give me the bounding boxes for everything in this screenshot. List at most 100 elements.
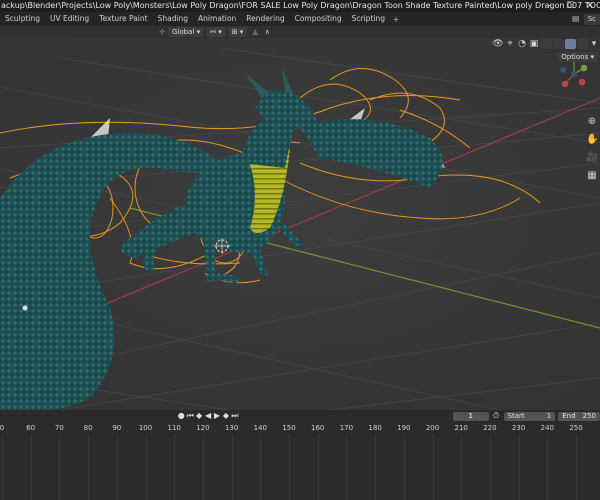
scene-icon: ▤ xyxy=(572,14,580,23)
end-value: 250 xyxy=(582,411,596,420)
rendered-shading-button[interactable] xyxy=(577,39,588,49)
orientation-icon: ⊹ xyxy=(159,28,165,36)
tab-rendering[interactable]: Rendering xyxy=(241,12,289,26)
solid-shading-button[interactable] xyxy=(553,39,564,49)
falloff-icon[interactable]: ∧ xyxy=(261,27,273,37)
grid-icon[interactable]: ▦ xyxy=(586,170,598,182)
timeline-tick-label: 220 xyxy=(483,424,497,432)
gizmo-toggle-icon[interactable]: ⌖ xyxy=(504,39,516,49)
pan-hand-icon[interactable]: ✋ xyxy=(586,134,598,146)
timeline-area[interactable] xyxy=(0,434,600,500)
timeline-gridline xyxy=(30,434,32,500)
timeline-gridline xyxy=(547,434,549,500)
maximize-icon[interactable]: ☐ xyxy=(560,0,580,12)
current-frame-field[interactable]: 1 xyxy=(452,411,489,421)
workspace-tabs-bar: Sculpting UV Editing Texture Paint Shadi… xyxy=(0,12,600,26)
snap-dropdown[interactable]: ⊞ ▾ xyxy=(227,27,248,37)
timeline-tick-label: 180 xyxy=(368,424,382,432)
pivot-point-dropdown[interactable]: ⚯ ▾ xyxy=(206,27,226,37)
xray-toggle-icon[interactable]: ▣ xyxy=(528,39,540,49)
wireframe-shading-button[interactable] xyxy=(541,39,552,49)
timeline-gridline xyxy=(403,434,405,500)
tab-sculpting[interactable]: Sculpting xyxy=(0,12,45,26)
stopwatch-icon[interactable]: ⏱ xyxy=(492,411,501,421)
play-reverse-icon[interactable]: ◀ xyxy=(204,411,213,421)
timeline-tick-label: 160 xyxy=(311,424,325,432)
shading-options-icon[interactable]: ▾ xyxy=(588,39,600,49)
viewport-header: ⊹ Global ▾ ⚯ ▾ ⊞ ▾ ◬ ∧ xyxy=(0,26,600,38)
timeline-tick-label: 120 xyxy=(196,424,210,432)
timeline-tick-label: 0 xyxy=(0,424,5,432)
options-dropdown[interactable]: Options ▾ xyxy=(557,52,598,62)
window-controls: – ☐ ✕ xyxy=(540,0,600,12)
end-frame-field[interactable]: End 250 xyxy=(558,411,600,421)
timeline-tick-label: 140 xyxy=(253,424,267,432)
play-icon[interactable]: ▶ xyxy=(213,411,222,421)
record-icon[interactable]: ● xyxy=(177,411,186,421)
3d-viewport[interactable]: 👁 ⌖ ◔ ▣ ▾ Options ▾ ⊕ ✋ 🎥 ▦ xyxy=(0,38,600,410)
zoom-icon[interactable]: ⊕ xyxy=(586,116,598,128)
start-label: Start xyxy=(507,411,525,420)
tab-texture-paint[interactable]: Texture Paint xyxy=(94,12,152,26)
timeline-tick-label: 130 xyxy=(224,424,239,432)
timeline-tick-label: 170 xyxy=(339,424,354,432)
tab-uv-editing[interactable]: UV Editing xyxy=(45,12,94,26)
timeline-tick-label: 250 xyxy=(569,424,583,432)
overlay-toggle-icon[interactable]: ◔ xyxy=(516,39,528,49)
start-frame-field[interactable]: Start 1 xyxy=(503,411,556,421)
timeline-gridline xyxy=(145,434,147,500)
start-value: 1 xyxy=(546,411,552,420)
timeline-tick-label: 80 xyxy=(83,424,93,432)
jump-start-icon[interactable]: ⏮ xyxy=(186,411,195,421)
transform-orientation-dropdown[interactable]: Global ▾ xyxy=(168,27,205,37)
timeline-gridline xyxy=(116,434,118,500)
options-label: Options xyxy=(561,53,589,61)
next-keyframe-icon[interactable]: ◆ xyxy=(221,411,230,421)
timeline-tick-label: 190 xyxy=(397,424,411,432)
timeline-gridline xyxy=(576,434,577,500)
camera-icon[interactable]: 🎥 xyxy=(586,152,598,164)
close-icon[interactable]: ✕ xyxy=(580,0,600,12)
timeline-gridline xyxy=(202,434,204,500)
transform-orientation-label: Global xyxy=(172,28,195,36)
tab-compositing[interactable]: Compositing xyxy=(290,12,347,26)
timeline-gridline xyxy=(2,434,3,500)
timeline-gridline xyxy=(317,434,319,500)
timeline-gridline xyxy=(174,434,176,500)
timeline-tick-label: 150 xyxy=(282,424,296,432)
timeline-gridline xyxy=(59,434,61,500)
timeline-gridline xyxy=(231,434,233,500)
prev-keyframe-icon[interactable]: ◆ xyxy=(195,411,204,421)
timeline-gridline xyxy=(489,434,491,500)
add-workspace-button[interactable]: + xyxy=(390,15,402,24)
timeline-gridline xyxy=(461,434,463,500)
tab-shading[interactable]: Shading xyxy=(153,12,193,26)
timeline-gridline xyxy=(432,434,434,500)
timeline-gridline xyxy=(260,434,262,500)
timeline-gridline xyxy=(346,434,348,500)
scene-field[interactable]: Sc xyxy=(583,13,600,25)
minimize-icon[interactable]: – xyxy=(540,0,560,12)
timeline-tick-label: 60 xyxy=(26,424,36,432)
visibility-icon[interactable]: 👁 xyxy=(492,39,504,49)
timeline-ruler[interactable]: 0 60 70 80 90 100 110 120 130 140 150 160 170 180 190 2… xyxy=(0,422,600,434)
scene-selector: ▤ Sc xyxy=(570,12,600,26)
timeline-gridline xyxy=(375,434,377,500)
timeline-tick-label: 240 xyxy=(540,424,554,432)
timeline-gridline xyxy=(88,434,90,500)
viewport-shading-controls: 👁 ⌖ ◔ ▣ ▾ xyxy=(492,38,600,50)
proportional-edit-icon[interactable]: ◬ xyxy=(249,27,261,37)
timeline-gridline xyxy=(518,434,520,500)
viewport-canvas xyxy=(0,38,600,410)
tab-animation[interactable]: Animation xyxy=(193,12,241,26)
navigation-tools: ⊕ ✋ 🎥 ▦ xyxy=(586,116,598,182)
window-titlebar: ackup\Blender\Projects\Low Poly\Monsters… xyxy=(0,0,600,12)
tab-scripting[interactable]: Scripting xyxy=(347,12,390,26)
timeline-tick-label: 200 xyxy=(425,424,440,432)
timeline-tick-label: 100 xyxy=(138,424,153,432)
material-shading-button[interactable] xyxy=(565,39,576,49)
end-label: End xyxy=(562,411,576,420)
timeline-tick-label: 70 xyxy=(54,424,64,432)
timeline-tick-label: 90 xyxy=(112,424,122,432)
jump-end-icon[interactable]: ⏭ xyxy=(230,411,239,421)
